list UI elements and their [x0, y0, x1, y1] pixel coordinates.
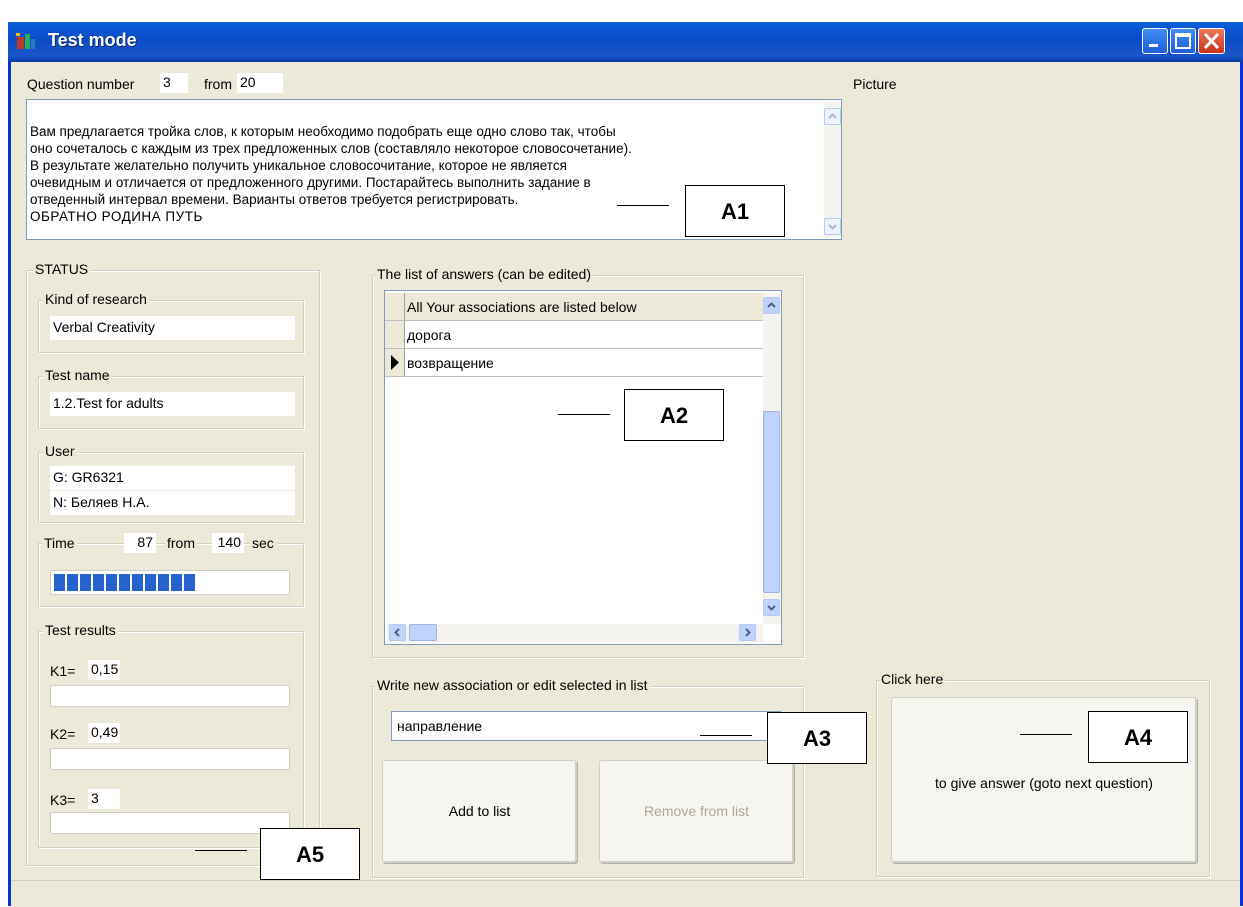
close-icon: [1203, 32, 1220, 50]
k3-value: 3: [88, 789, 120, 809]
progress-segment: [67, 574, 78, 591]
answer-cell[interactable]: дорога: [407, 327, 451, 343]
callout-a2-line: [558, 414, 610, 415]
grid-scroll-left-button[interactable]: [389, 624, 406, 641]
time-label: Time: [42, 535, 77, 551]
grid-header: All Your associations are listed below: [385, 293, 765, 321]
k2-value: 0,49: [88, 723, 120, 743]
progress-segment: [93, 574, 104, 591]
association-input[interactable]: направление: [391, 711, 781, 741]
callout-a4: A4: [1088, 711, 1188, 763]
time-unit-label: sec: [250, 535, 278, 551]
give-answer-label: to give answer (goto next question): [935, 775, 1153, 791]
window-title: Test mode: [48, 30, 137, 50]
question-number-value: 3: [160, 73, 188, 93]
question-from-label: from: [204, 76, 232, 92]
title-bar[interactable]: Test mode: [8, 22, 1243, 62]
chevron-right-icon: [745, 628, 751, 637]
time-elapsed-value: 87: [124, 533, 156, 553]
minimize-icon: [1149, 44, 1158, 47]
progress-segment: [80, 574, 91, 591]
chevron-left-icon: [394, 628, 400, 637]
callout-a3-line: [700, 735, 752, 736]
k3-bar: [50, 812, 290, 834]
progress-segment: [184, 574, 195, 591]
callout-a1-line: [617, 205, 669, 206]
answer-cell[interactable]: возвращение: [407, 355, 494, 371]
answers-group-title: The list of answers (can be edited): [375, 266, 593, 282]
progress-segment: [158, 574, 169, 591]
entry-group-title: Write new association or edit selected i…: [375, 677, 650, 693]
progress-segment: [106, 574, 117, 591]
test-name-value: 1.2.Test for adults: [50, 392, 295, 416]
callout-a5-line: [195, 850, 247, 851]
question-instructions: Вам предлагается тройка слов, к которым …: [30, 124, 632, 207]
progress-segment: [54, 574, 65, 591]
scroll-down-button[interactable]: [824, 218, 841, 235]
progress-segment: [132, 574, 143, 591]
remove-from-list-button[interactable]: Remove from list: [599, 760, 794, 863]
table-row[interactable]: дорога: [385, 321, 765, 349]
progress-segment: [171, 574, 182, 591]
k2-label: K2=: [50, 726, 76, 742]
maximize-icon: [1175, 33, 1191, 49]
status-bar: [11, 880, 1240, 907]
research-group-title: Kind of research: [43, 291, 149, 307]
add-to-list-button[interactable]: Add to list: [382, 760, 577, 863]
question-number-label: Question number: [27, 76, 135, 92]
grid-scroll-up-button[interactable]: [763, 297, 780, 314]
progress-segment: [145, 574, 156, 591]
question-total-value: 20: [237, 73, 283, 93]
scroll-up-button[interactable]: [824, 108, 841, 125]
progress-segment: [119, 574, 130, 591]
callout-a5: A5: [260, 828, 360, 880]
grid-vertical-scrollbar[interactable]: [763, 293, 781, 624]
grid-header-label: All Your associations are listed below: [407, 299, 637, 315]
test-name-group-title: Test name: [43, 367, 112, 383]
answers-grid[interactable]: All Your associations are listed below д…: [384, 290, 782, 645]
grid-scroll-right-button[interactable]: [739, 624, 756, 641]
time-progress-bar: [50, 570, 290, 595]
row-pointer-icon: [391, 355, 399, 370]
maximize-button[interactable]: [1170, 28, 1196, 54]
time-total-value: 140: [212, 533, 244, 553]
grid-scroll-down-button[interactable]: [763, 599, 780, 616]
chevron-down-icon: [767, 605, 776, 611]
status-group-title: STATUS: [33, 261, 91, 277]
k1-label: K1=: [50, 663, 76, 679]
user-group-title: User: [43, 443, 77, 459]
user-name-value: N: Беляев Н.А.: [50, 491, 295, 515]
table-row[interactable]: возвращение: [385, 349, 765, 377]
chevron-up-icon: [828, 113, 837, 119]
close-button[interactable]: [1198, 28, 1225, 54]
callout-a2: A2: [624, 389, 724, 441]
research-value: Verbal Creativity: [50, 316, 295, 340]
chevron-down-icon: [828, 224, 837, 230]
question-scrollbar[interactable]: [824, 102, 841, 237]
callout-a3: A3: [767, 712, 867, 764]
app-icon: [16, 33, 35, 49]
k1-value: 0,15: [88, 660, 120, 680]
k1-bar: [50, 685, 290, 707]
callout-a1: A1: [685, 185, 785, 237]
time-from-label: from: [165, 535, 197, 551]
minimize-button[interactable]: [1142, 28, 1168, 54]
callout-a4-line: [1020, 734, 1072, 735]
grid-scroll-thumb[interactable]: [763, 411, 780, 593]
results-group-title: Test results: [43, 622, 118, 638]
grid-horizontal-scrollbar[interactable]: [387, 624, 763, 642]
chevron-up-icon: [767, 302, 776, 308]
picture-label: Picture: [853, 76, 897, 92]
grid-hscroll-thumb[interactable]: [409, 624, 437, 641]
submit-group-title: Click here: [879, 671, 946, 687]
k3-label: K3=: [50, 792, 76, 808]
user-group-value: G: GR6321: [50, 466, 295, 490]
k2-bar: [50, 748, 290, 770]
